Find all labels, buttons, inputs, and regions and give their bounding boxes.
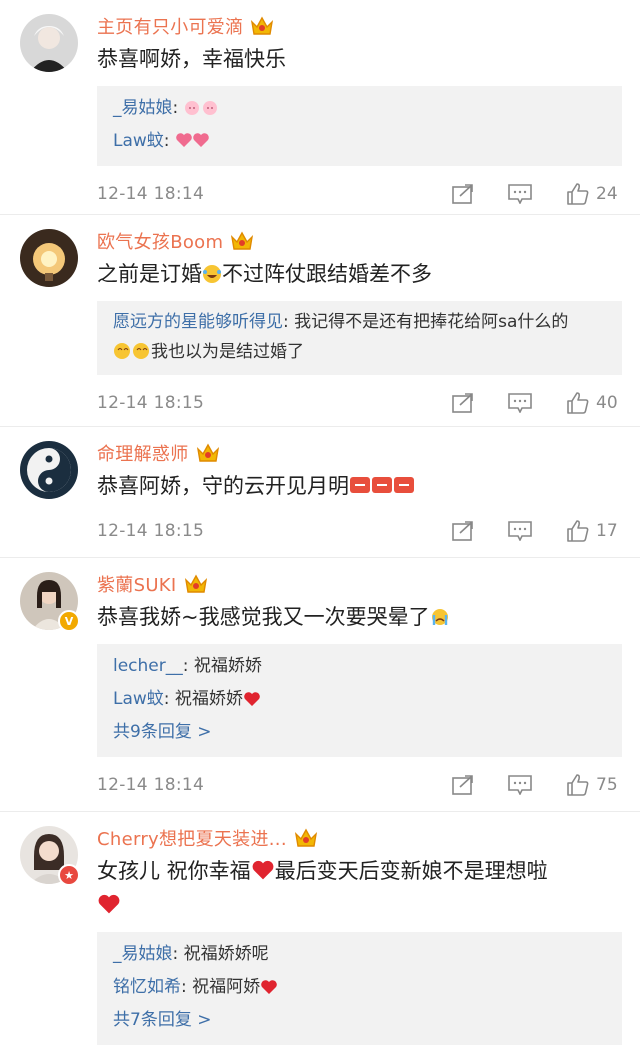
vip-crown-icon [251,16,274,35]
reply-username[interactable]: 愿远方的星能够听得见 [113,312,283,332]
like-count: 17 [596,521,618,541]
comment-icon [508,184,532,204]
username[interactable]: Cherry想把夏天装进... [97,825,287,851]
comment-meta: 12-14 18:15 40 [97,375,622,431]
comment-text: 恭喜啊娇，幸福快乐 [97,47,286,71]
reply-box[interactable]: lecher__: 祝福娇娇 Law蚊: 祝福娇娇 共9条回复 > [97,644,622,757]
comment-icon [508,393,532,413]
comment-feed: 主页有只小可爱滴 恭喜啊娇，幸福快乐 _易姑娘: Law蚊: 12-14 18:… [0,0,640,1046]
reply-username[interactable]: Law蚊 [113,689,164,709]
comment-meta: 12-14 18:14 24 [97,166,622,222]
timestamp: 12-14 18:14 [97,775,205,795]
comment-meta: 12-14 18:14 75 [97,757,622,813]
comment-text: 女孩儿 祝你幸福 最后变天后变新娘不是理想啦 [97,854,622,922]
reply-username[interactable]: lecher__ [113,656,183,676]
like-button[interactable]: 24 [566,182,622,206]
username[interactable]: 命理解惑师 [97,440,189,466]
username[interactable]: 紫蘭SUKI [97,571,177,597]
thumbs-up-icon [567,774,589,796]
repost-button[interactable] [452,775,474,795]
thumbs-up-icon [567,520,589,542]
username[interactable]: 主页有只小可爱滴 [97,13,243,39]
reply-box[interactable]: 愿远方的星能够听得见: 我记得不是还有把捧花给阿sa什么的我也以为是结过婚了 [97,301,622,375]
comment-text: 恭喜阿娇，守的云开见月明 [97,469,622,503]
vip-crown-icon [294,828,317,847]
comment-text: 恭喜我娇~我感觉我又一次要哭晕了 [97,600,622,634]
reply-username[interactable]: 铭忆如希 [113,977,181,997]
heart-icon [98,894,120,914]
repost-button[interactable] [452,393,474,413]
crying-emoji-icon [431,609,448,625]
dizzy-emoji-icon [114,343,149,359]
comment-button[interactable] [508,775,532,795]
vip-crown-icon [196,443,219,462]
reply-username[interactable]: _易姑娘 [113,98,173,118]
comment-meta: 12-14 18:15 17 [97,503,622,559]
timestamp: 12-14 18:14 [97,184,205,204]
reply-username[interactable]: Law蚊 [113,131,164,151]
reply-item: Law蚊: [113,125,606,158]
vip-crown-icon [184,574,207,593]
comment-button[interactable] [508,521,532,541]
reply-item: Law蚊: 祝福娇娇 [113,683,606,716]
comment-item: 命理解惑师 恭喜阿娇，守的云开见月明 12-14 18:15 17 [0,427,640,558]
heart-icon [252,860,274,880]
timestamp: 12-14 18:15 [97,393,205,413]
avatar[interactable] [20,14,78,72]
reply-item: 愿远方的星能够听得见: 我记得不是还有把捧花给阿sa什么的我也以为是结过婚了 [113,312,569,362]
share-icon [452,393,473,413]
more-replies-link[interactable]: 共7条回复 > [113,1004,606,1037]
comment-item: ★ Cherry想把夏天装进... 女孩儿 祝你幸福 最后变天后变新娘不是理想啦 … [0,812,640,1045]
like-button[interactable]: 17 [566,519,622,543]
comment-item: V 紫蘭SUKI 恭喜我娇~我感觉我又一次要哭晕了 lecher__: 祝福娇娇… [0,558,640,812]
share-icon [452,521,473,541]
like-count: 40 [596,393,618,413]
vip-crown-icon [231,231,254,250]
repost-button[interactable] [452,184,474,204]
heart-emoji-icon [176,133,209,147]
cheer-emoji-icon [350,477,414,493]
thumbs-up-icon [567,392,589,414]
like-button[interactable]: 75 [566,773,622,797]
share-icon [452,184,473,204]
reply-box[interactable]: _易姑娘: Law蚊: [97,86,622,166]
heart-icon [244,692,260,706]
reply-username[interactable]: _易姑娘 [113,944,173,964]
comment-button[interactable] [508,184,532,204]
more-replies-link[interactable]: 共9条回复 > [113,716,606,749]
laugh-cry-emoji-icon [203,265,221,283]
like-count: 75 [596,775,618,795]
heart-icon [261,980,277,994]
username[interactable]: 欧气女孩Boom [97,228,223,254]
like-button[interactable]: 40 [566,391,622,415]
comment-icon [508,521,532,541]
comment-icon [508,775,532,795]
verified-badge-icon: V [58,610,80,632]
comment-item: 主页有只小可爱滴 恭喜啊娇，幸福快乐 _易姑娘: Law蚊: 12-14 18:… [0,0,640,215]
member-badge-icon: ★ [58,864,80,886]
reply-item: _易姑娘: [113,92,606,125]
reply-item: _易姑娘: 祝福娇娇呢 [113,944,269,964]
timestamp: 12-14 18:15 [97,521,205,541]
comment-button[interactable] [508,393,532,413]
avatar[interactable] [20,229,78,287]
comment-item: 欧气女孩Boom 之前是订婚 不过阵仗跟结婚差不多 愿远方的星能够听得见: 我记得… [0,215,640,427]
piglet-emoji-icon [184,101,217,115]
thumbs-up-icon [567,183,589,205]
reply-item: lecher__: 祝福娇娇 [113,656,262,676]
repost-button[interactable] [452,521,474,541]
avatar[interactable] [20,441,78,499]
like-count: 24 [596,184,618,204]
share-icon [452,775,473,795]
reply-item: 铭忆如希: 祝福阿娇 [113,971,606,1004]
reply-box[interactable]: _易姑娘: 祝福娇娇呢 铭忆如希: 祝福阿娇 共7条回复 > [97,932,622,1045]
comment-text: 之前是订婚 不过阵仗跟结婚差不多 [97,262,432,286]
